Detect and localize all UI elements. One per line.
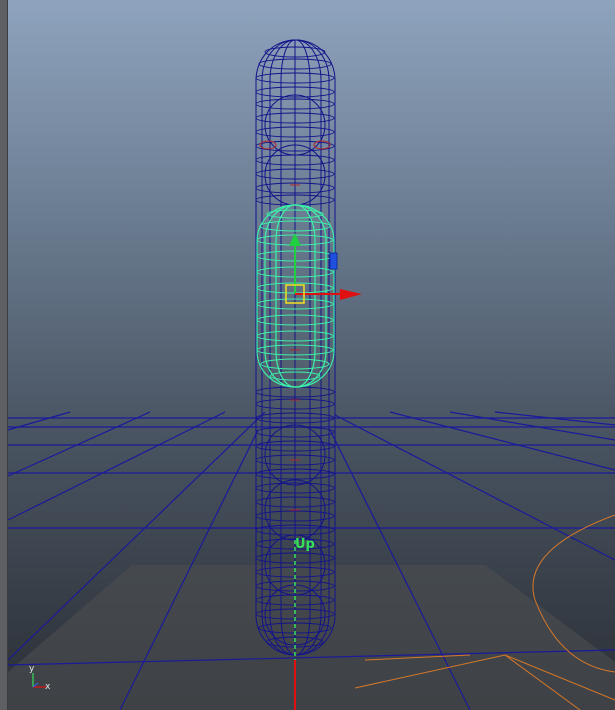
scene-canvas[interactable]: y x (0, 0, 615, 710)
3d-viewport[interactable]: y x Up (0, 0, 615, 710)
axis-x-label: x (45, 682, 51, 692)
move-z-handle[interactable] (329, 252, 338, 270)
axis-y-label: y (29, 664, 35, 674)
up-label: Up (295, 537, 315, 552)
move-x-arrow[interactable] (340, 289, 362, 300)
